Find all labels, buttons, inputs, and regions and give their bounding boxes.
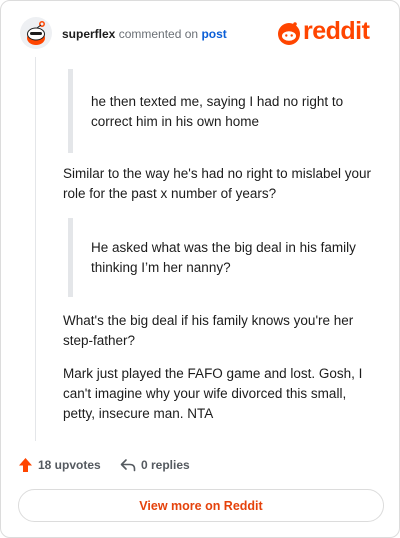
thread-line <box>35 57 36 441</box>
comment-paragraph: Similar to the way he's had no right to … <box>63 166 371 201</box>
blockquote: He asked what was the big deal in his fa… <box>68 218 381 297</box>
comment-meta: superflex commented on post <box>62 27 227 41</box>
reply-count: 0 replies <box>141 458 190 472</box>
comment-body: he then texted me, saying I had no right… <box>63 61 381 424</box>
upvote-count: 18 upvotes <box>38 458 101 472</box>
comment-paragraph: What's the big deal if his family knows … <box>63 313 354 348</box>
reply-arrow-icon <box>120 459 136 472</box>
comment-card: superflex commented on post reddit he th… <box>0 0 400 538</box>
view-more-button[interactable]: View more on Reddit <box>18 489 384 522</box>
reply-button[interactable]: 0 replies <box>120 455 190 475</box>
action-text: commented on <box>118 27 199 41</box>
blockquote: he then texted me, saying I had no right… <box>68 69 381 153</box>
comment-paragraph: Mark just played the FAFO game and lost.… <box>63 366 363 421</box>
upvote-arrow-icon <box>19 458 32 472</box>
avatar[interactable] <box>20 17 52 49</box>
comment-header: superflex commented on post reddit <box>20 17 383 53</box>
view-more-label: View more on Reddit <box>139 498 263 513</box>
post-link[interactable]: post <box>201 27 226 41</box>
snoo-avatar-icon <box>27 21 45 45</box>
username[interactable]: superflex <box>62 27 115 41</box>
brand-wordmark: reddit <box>303 17 370 45</box>
upvote-button[interactable]: 18 upvotes <box>18 455 101 475</box>
reddit-logo-icon <box>278 22 300 45</box>
reddit-logo[interactable]: reddit <box>277 17 383 47</box>
comment-stats: 18 upvotes 0 replies <box>18 455 318 475</box>
